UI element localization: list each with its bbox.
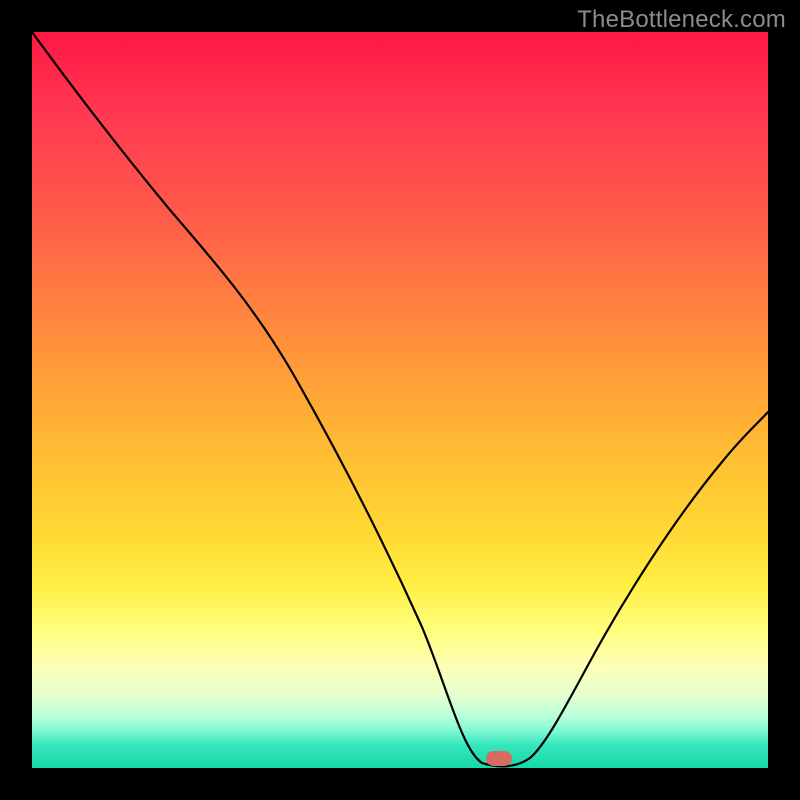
watermark-text: TheBottleneck.com — [577, 6, 786, 34]
plot-area — [32, 32, 768, 768]
curve-svg — [32, 32, 768, 768]
chart-frame: { "watermark": "TheBottleneck.com", "cha… — [0, 0, 800, 800]
min-marker — [486, 751, 512, 766]
bottleneck-curve — [32, 32, 768, 766]
